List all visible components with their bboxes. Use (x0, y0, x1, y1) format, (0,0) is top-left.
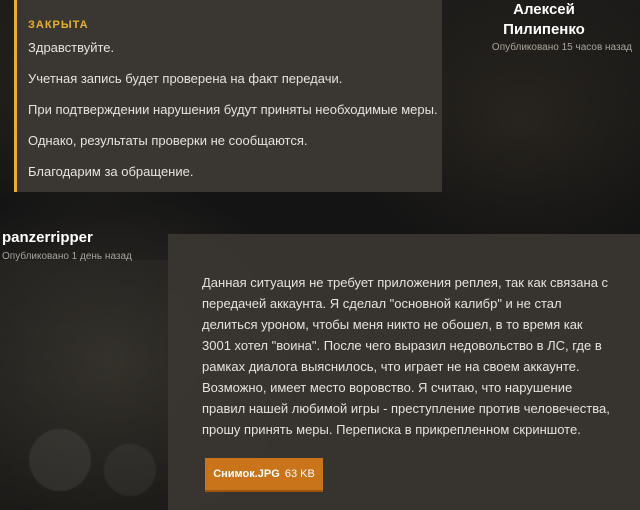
user-author-block: panzerripper Опубликовано 1 день назад (2, 229, 132, 262)
user-post-body: Данная ситуация не требует приложения ре… (202, 275, 610, 437)
user-author-name[interactable]: panzerripper (2, 229, 132, 246)
user-post-timestamp: Опубликовано 1 день назад (2, 251, 132, 262)
reply-line-closing: Благодарим за обращение. (28, 164, 194, 179)
attachment-size: 63 KB (284, 467, 315, 480)
user-complaint-post: Данная ситуация не требует приложения ре… (168, 234, 640, 510)
reply-line: При подтверждении нарушения будут принят… (28, 102, 438, 117)
staff-author-last-name: Пилипенко (503, 21, 585, 38)
ticket-status-badge: ЗАКРЫТА (28, 19, 89, 31)
reply-line: Однако, результаты проверки не сообщаютс… (28, 133, 308, 148)
staff-reply-post: ЗАКРЫТА Здравствуйте. Учетная запись буд… (14, 0, 442, 192)
attachment-button[interactable]: Снимок.JPG 63 KB (205, 458, 323, 492)
staff-author-block: Алексей Пилипенко Опубликовано 15 часов … (492, 0, 632, 53)
staff-author-name[interactable]: Алексей Пилипенко (494, 0, 594, 40)
attachment-filename: Снимок.JPG (213, 467, 280, 480)
staff-post-timestamp: Опубликовано 15 часов назад (491, 42, 632, 53)
staff-author-first-name: Алексей (513, 1, 575, 18)
reply-line-greeting: Здравствуйте. (28, 40, 115, 55)
reply-line: Учетная запись будет проверена на факт п… (28, 71, 343, 86)
